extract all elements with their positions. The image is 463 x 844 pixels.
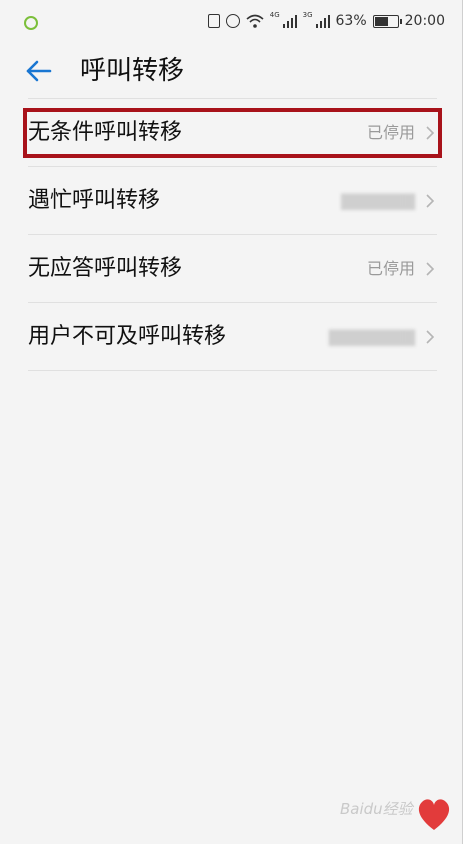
blurred-phone-number: ▇▇▇▇▇▇ [341,191,415,210]
app-notification-icon [24,16,38,30]
busy-forwarding-item[interactable]: 遇忙呼叫转移 ▇▇▇▇▇▇ [28,167,437,235]
wifi-icon [246,14,264,28]
item-status: 已停用 [366,123,415,142]
item-label: 无应答呼叫转移 [28,256,183,281]
page-title: 呼叫转移 [80,56,185,86]
item-status: 已停用 [366,259,415,278]
vibrate-icon [207,14,220,28]
battery-percent: 63% [335,13,367,29]
battery-fill [374,16,388,26]
signal-icon-2 [315,14,330,28]
arrow-left-icon [26,60,52,82]
network-type-label-2: 3G [302,10,313,19]
item-label: 无条件呼叫转移 [28,120,183,145]
no-answer-forwarding-item[interactable]: 无应答呼叫转移 已停用 [28,235,437,303]
status-icons: 4G 3G 63% 20:00 [207,10,445,29]
item-label: 用户不可及呼叫转移 [28,324,227,349]
status-bar: 4G 3G 63% 20:00 [0,0,463,46]
network-type-label: 4G [269,10,280,19]
app-header: 呼叫转移 [0,46,463,96]
chevron-right-icon [426,126,435,140]
chevron-right-icon [426,262,435,276]
heart-icon [418,799,450,830]
unconditional-forwarding-item[interactable]: 无条件呼叫转移 已停用 [28,99,437,167]
chevron-right-icon [426,330,435,344]
watermark-logo: Baidu经验 [340,800,413,818]
battery-icon [372,14,402,28]
alarm-icon [225,14,240,28]
blurred-phone-number: ▇▇▇▇▇▇▇ [328,327,415,346]
chevron-right-icon [426,194,435,208]
clock: 20:00 [404,13,445,29]
item-label: 遇忙呼叫转移 [28,188,161,213]
unreachable-forwarding-item[interactable]: 用户不可及呼叫转移 ▇▇▇▇▇▇▇ [28,303,437,371]
signal-icon [282,14,297,28]
back-button[interactable] [22,54,56,88]
watermark: Baidu经验 [336,792,456,838]
